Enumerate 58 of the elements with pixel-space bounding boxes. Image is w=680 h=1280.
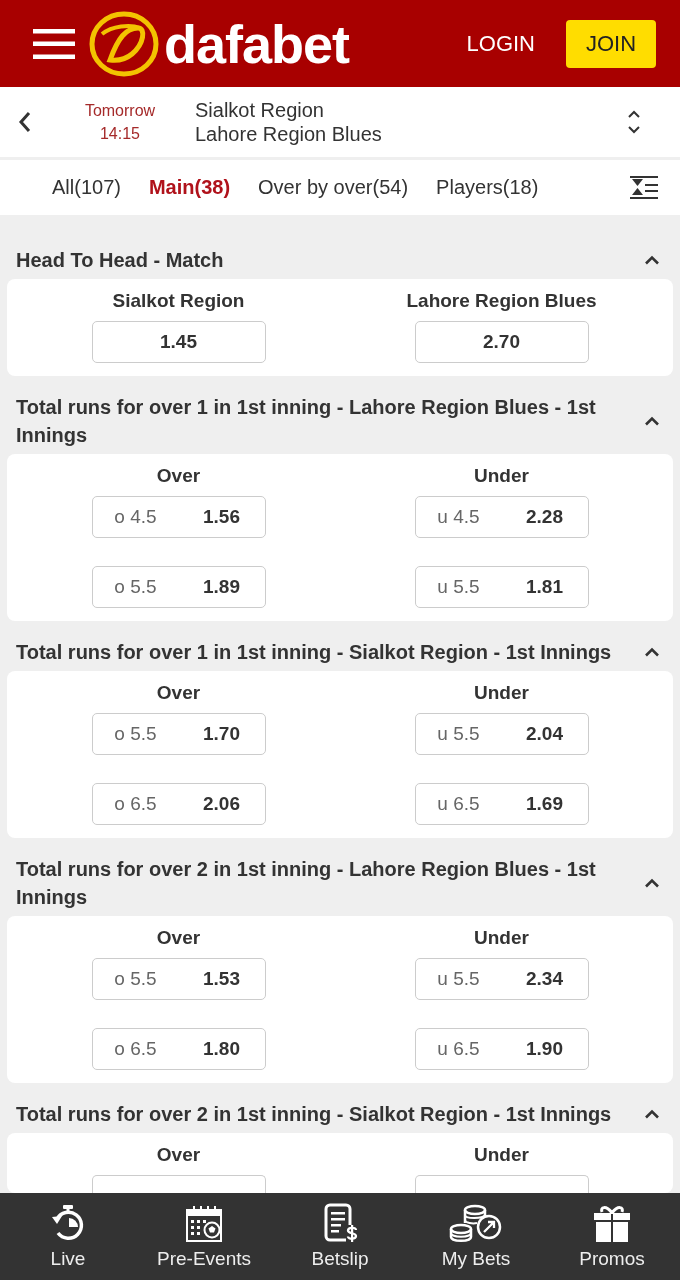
odds-button[interactable]: o 6.5 2.06 [91,783,266,825]
odds-button[interactable]: o 5.5 1.89 [91,566,266,608]
team-name: Sialkot Region [195,98,325,122]
market-tab[interactable]: Main(38) [148,176,231,199]
odds-button[interactable]: u 5.5 2.34 [414,958,589,1000]
nav-button[interactable]: Betslip [272,1193,408,1280]
match-day: Tomorrow [84,99,156,122]
nav-button[interactable]: Promos [544,1193,680,1280]
menu-icon[interactable] [33,28,75,59]
login-button[interactable]: LOGIN [466,30,535,57]
match-time: 14:15 [99,124,140,144]
odds-button[interactable]: u 5.5 2.04 [414,713,589,755]
outcome-header: Over [156,464,201,488]
market-title: Head To Head - Match [16,248,225,273]
brand-name: dafabet [164,16,350,71]
odds-button[interactable]: o 5.5 1.53 [91,958,266,1000]
odds-button[interactable]: o 4.5 1.56 [91,496,266,538]
odds-button[interactable]: 1.45 [91,321,266,363]
market-tab[interactable]: All(107) [52,176,121,199]
nav-button[interactable]: Live [0,1193,136,1280]
chevron-up-icon[interactable] [644,647,660,657]
outcome-header: Sialkot Region [112,289,245,313]
outcome-header: Lahore Region Blues [406,289,597,313]
outcome-header: Over [156,681,201,705]
market-title: Total runs for over 1 in 1st inning - Lahore Region Blues - 1st Innings [16,395,597,448]
list-collapse-icon[interactable] [630,176,658,199]
outcome-header: Under [474,464,529,488]
market-tab[interactable]: Over by over(54) [258,176,409,199]
odds-button[interactable]: o 5.5 1.70 [91,713,266,755]
odds-button[interactable]: u 6.5 1.90 [414,1028,589,1070]
join-button[interactable]: JOIN [566,19,656,68]
market-title: Total runs for over 2 in 1st inning - Sialkot Region - 1st Innings [16,1102,613,1127]
odds-button[interactable]: o 6.5 1.80 [91,1028,266,1070]
odds-button[interactable]: 2.70 [414,321,589,363]
chevron-up-icon[interactable] [644,416,660,426]
odds-button[interactable]: u 5.5 1.81 [414,566,589,608]
nav-button[interactable]: My Bets [408,1193,544,1280]
outcome-header: Over [156,926,201,950]
logo-icon [88,9,160,78]
back-chevron-icon[interactable] [18,111,32,133]
coins-arrow-icon [449,1203,503,1243]
team-name: Lahore Region Blues [195,122,382,146]
outcome-header: Over [156,1143,201,1167]
odds-button[interactable]: u 6.5 1.69 [414,783,589,825]
market-title: Total runs for over 2 in 1st inning - Lahore Region Blues - 1st Innings [16,857,597,910]
chevron-up-icon[interactable] [644,255,660,265]
up-down-chevron-icon[interactable] [627,109,641,135]
gift-icon [592,1203,632,1243]
calendar-icon [184,1203,224,1243]
nav-button[interactable]: Pre-Events [136,1193,272,1280]
market-tab[interactable]: Players(18) [436,176,539,199]
chevron-up-icon[interactable] [644,1109,660,1119]
outcome-header: Under [474,926,529,950]
odds-button[interactable]: u 4.5 2.28 [414,496,589,538]
outcome-header: Under [474,1143,529,1167]
outcome-header: Under [474,681,529,705]
market-title: Total runs for over 1 in 1st inning - Sialkot Region - 1st Innings [16,640,613,665]
chevron-up-icon[interactable] [644,878,660,888]
